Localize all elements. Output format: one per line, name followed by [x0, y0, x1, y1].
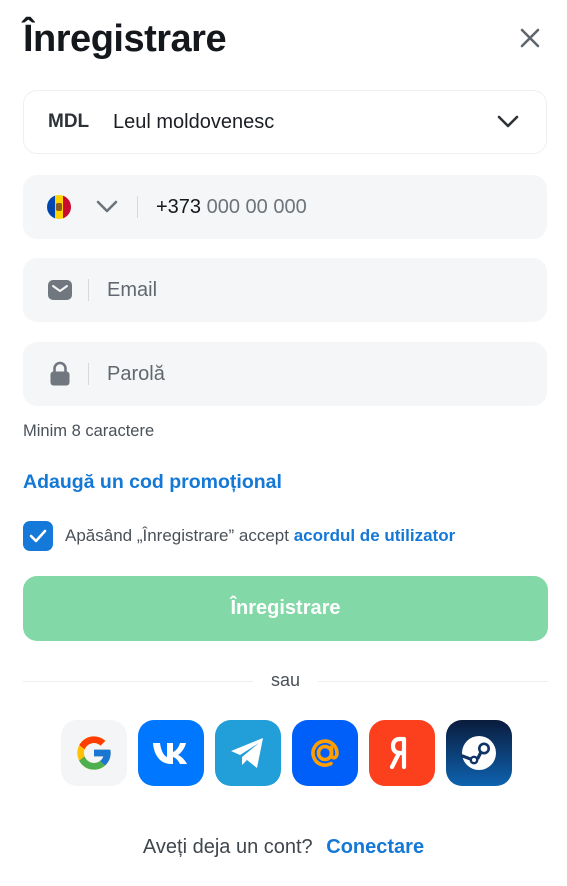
- vk-login-button[interactable]: [138, 720, 204, 786]
- phone-field[interactable]: +373 000 00 000: [23, 175, 547, 239]
- page-title: Înregistrare: [23, 18, 227, 60]
- checkmark-icon: [29, 529, 47, 543]
- close-button[interactable]: [514, 22, 546, 54]
- google-login-button[interactable]: [61, 720, 127, 786]
- agreement-checkbox[interactable]: [23, 521, 53, 551]
- telegram-icon: [231, 738, 263, 768]
- google-icon: [77, 736, 111, 770]
- country-chevron-down-icon[interactable]: [93, 193, 121, 221]
- email-divider: [88, 279, 89, 301]
- phone-input[interactable]: +373 000 00 000: [156, 196, 307, 219]
- password-field[interactable]: Parolă: [23, 342, 547, 406]
- agreement-label: Apăsând „Înregistrare” accept: [65, 526, 289, 545]
- login-link[interactable]: Conectare: [326, 836, 424, 858]
- password-input[interactable]: Parolă: [107, 363, 165, 386]
- user-agreement-link[interactable]: acordul de utilizator: [294, 526, 456, 545]
- agreement-text: Apăsând „Înregistrare” accept acordul de…: [65, 526, 455, 546]
- mail-ru-login-button[interactable]: [292, 720, 358, 786]
- agreement-row: Apăsând „Înregistrare” accept acordul de…: [23, 521, 455, 551]
- phone-divider: [137, 196, 138, 218]
- or-line-right: [318, 681, 548, 682]
- password-hint: Minim 8 caractere: [23, 422, 155, 440]
- lock-icon: [47, 361, 73, 387]
- login-prompt-text: Aveți deja un cont?: [142, 836, 313, 858]
- chevron-down-icon: [494, 108, 522, 136]
- moldova-flag-icon: [47, 195, 71, 219]
- mail-ru-icon: [311, 739, 339, 767]
- steam-icon: [460, 736, 496, 770]
- password-divider: [88, 363, 89, 385]
- currency-code: MDL: [48, 111, 90, 132]
- telegram-login-button[interactable]: [215, 720, 281, 786]
- currency-name: Leul moldovenesc: [113, 110, 275, 133]
- email-input[interactable]: Email: [107, 279, 157, 302]
- login-prompt: Aveți deja un cont? Conectare: [0, 836, 567, 859]
- yandex-icon: [389, 736, 407, 770]
- phone-prefix: +373: [156, 195, 202, 218]
- yandex-login-button[interactable]: [369, 720, 435, 786]
- social-login-row: [61, 720, 512, 786]
- vk-icon: [153, 743, 187, 764]
- phone-placeholder: 000 00 000: [206, 195, 307, 218]
- email-field[interactable]: Email: [23, 258, 547, 322]
- currency-select[interactable]: MDL Leul moldovenesc: [23, 90, 547, 154]
- or-divider: sau: [23, 668, 548, 694]
- register-button[interactable]: Înregistrare: [23, 576, 548, 641]
- promo-code-link[interactable]: Adaugă un cod promoțional: [23, 471, 282, 494]
- close-icon: [520, 28, 540, 48]
- steam-login-button[interactable]: [446, 720, 512, 786]
- envelope-icon: [47, 277, 73, 303]
